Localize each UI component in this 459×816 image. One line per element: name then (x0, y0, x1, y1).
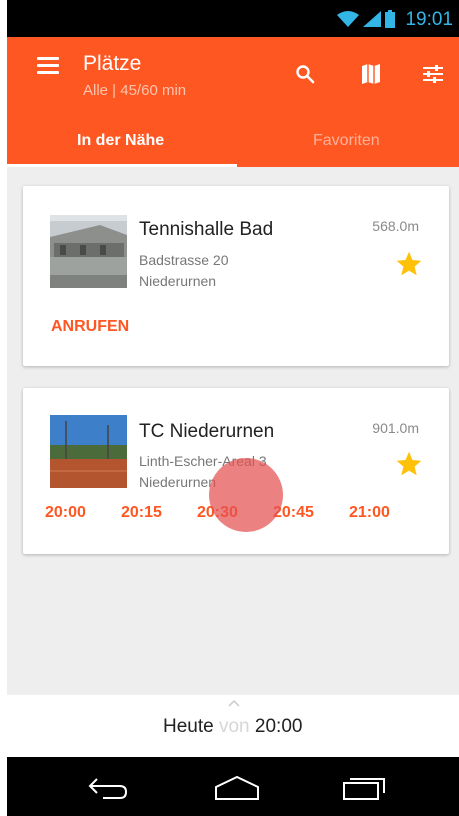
time-label: 20:00 (254, 716, 303, 737)
navigation-bar (7, 757, 459, 816)
tab-bar: In der Nähe Favoriten (7, 125, 459, 167)
app-bar: Plätze Alle | 45/60 min In der Nähe Favo… (7, 37, 459, 167)
menu-icon[interactable] (37, 57, 59, 75)
day-label: Heute (163, 716, 214, 737)
search-icon[interactable] (292, 61, 318, 87)
place-distance: 568.0m (372, 218, 419, 234)
map-icon[interactable] (358, 61, 384, 87)
recent-apps-icon[interactable] (341, 775, 387, 801)
time-slot-button[interactable]: 20:15 (121, 504, 162, 522)
page-title: Plätze (83, 52, 142, 75)
status-bar: 19:01 (7, 0, 459, 37)
call-button[interactable]: ANRUFEN (51, 318, 129, 336)
home-icon[interactable] (213, 775, 261, 801)
status-time: 19:01 (405, 9, 453, 30)
signal-icon (363, 11, 381, 27)
time-slot-button[interactable]: 20:00 (45, 504, 86, 522)
place-thumbnail (50, 215, 127, 288)
day-time-selector[interactable]: Heute von 20:00 (7, 695, 459, 757)
battery-icon (385, 10, 395, 28)
favorite-star-icon[interactable] (395, 250, 423, 278)
place-distance: 901.0m (372, 420, 419, 436)
screen: 19:01 Plätze Alle | 45/60 min In der Näh… (7, 0, 459, 816)
tab-nearby[interactable]: In der Nähe (77, 132, 164, 150)
place-city: Niederurnen (139, 273, 217, 289)
page-subtitle: Alle | 45/60 min (83, 82, 187, 99)
back-icon[interactable] (87, 775, 129, 801)
status-icons (337, 10, 395, 28)
place-street: Badstrasse 20 (139, 252, 229, 268)
touch-ripple (209, 458, 283, 532)
von-label: von (218, 716, 250, 737)
place-card[interactable]: Tennishalle Bad Badstrasse 20 Niederurne… (23, 186, 449, 366)
place-city: Niederurnen (139, 474, 217, 490)
time-slot-button[interactable]: 21:00 (349, 504, 390, 522)
chevron-up-icon[interactable] (228, 699, 240, 707)
wifi-icon (337, 11, 359, 27)
place-name: TC Niederurnen (139, 421, 275, 442)
tab-indicator (7, 164, 237, 167)
tab-favorites[interactable]: Favoriten (313, 132, 380, 150)
day-time-label: Heute von 20:00 (163, 716, 302, 738)
place-name: Tennishalle Bad (139, 219, 274, 240)
favorite-star-icon[interactable] (395, 450, 423, 478)
place-thumbnail (50, 415, 127, 488)
tune-icon[interactable] (420, 61, 446, 87)
